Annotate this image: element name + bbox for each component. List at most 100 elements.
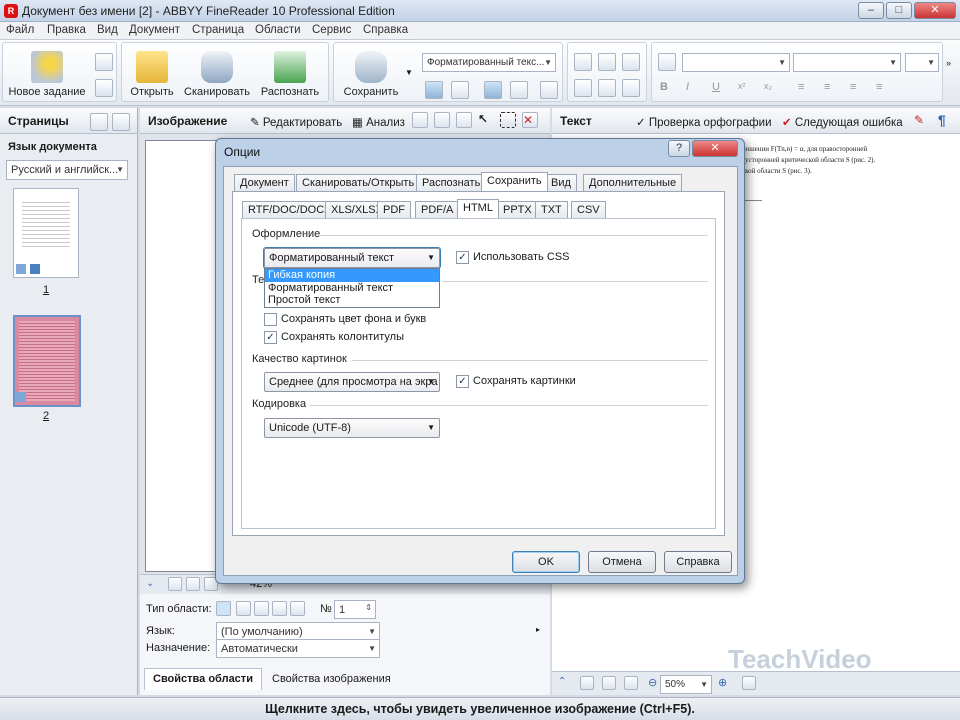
option-flexible-copy[interactable]: Гибкая копия — [265, 269, 439, 282]
close-button[interactable]: ✕ — [914, 2, 956, 19]
recognize-button[interactable]: Распознать — [256, 51, 324, 98]
search-icon[interactable] — [540, 81, 558, 99]
fit-width-icon[interactable] — [186, 577, 200, 591]
bold-icon[interactable]: B — [660, 81, 678, 99]
copy-icon[interactable] — [95, 53, 113, 71]
save-dropdown-arrow[interactable]: ▼ — [405, 68, 413, 77]
superscript-icon[interactable]: x² — [738, 81, 756, 99]
page-properties-icon[interactable] — [90, 113, 108, 131]
new-task-button[interactable]: Новое задание — [7, 51, 87, 98]
status-bar[interactable]: Щелкните здесь, чтобы увидеть увеличенно… — [0, 697, 960, 720]
layout-mode-icon[interactable] — [425, 81, 443, 99]
tab-area-properties[interactable]: Свойства области — [144, 668, 262, 690]
doc-language-combo[interactable]: Русский и английск... ▼ — [6, 160, 128, 180]
align-right-icon[interactable]: ≡ — [850, 81, 868, 99]
collapse-icon[interactable]: ⌃ — [558, 676, 566, 687]
view-mode-icon[interactable] — [484, 81, 502, 99]
settings-icon[interactable] — [95, 79, 113, 97]
tab-view[interactable]: Вид — [545, 174, 577, 191]
keep-headers-checkbox[interactable]: ✓ — [264, 331, 277, 344]
zoom-in-icon[interactable]: ⊕ — [718, 676, 727, 689]
minimize-button[interactable]: – — [858, 2, 884, 19]
menu-document[interactable]: Документ — [129, 24, 180, 36]
tab-save[interactable]: Сохранить — [481, 172, 548, 191]
tab-recognize[interactable]: Распознать — [416, 174, 487, 191]
align-left-icon[interactable]: ≡ — [798, 81, 816, 99]
actual-size-icon[interactable] — [624, 676, 638, 690]
font-name-combo[interactable]: ▼ — [793, 53, 901, 72]
delete-area-icon[interactable]: ✕ — [522, 112, 538, 128]
open-button[interactable]: Открыть — [126, 51, 178, 98]
analyze-button[interactable]: ▦ Анализ — [352, 115, 405, 129]
menu-help[interactable]: Справка — [363, 24, 408, 36]
menu-edit[interactable]: Правка — [47, 24, 86, 36]
spellcheck-button[interactable]: ✓ Проверка орфографии — [636, 115, 772, 129]
background-type-icon[interactable] — [290, 601, 305, 616]
text-area-icon[interactable] — [412, 112, 428, 128]
page-view-icon[interactable] — [112, 113, 130, 131]
collapse-icon[interactable]: ⌄ — [146, 578, 154, 589]
redo-all-icon[interactable] — [622, 79, 640, 97]
menu-file[interactable]: Файл — [6, 24, 34, 36]
encoding-select[interactable]: Unicode (UTF-8) ▼ — [264, 418, 440, 438]
expand-arrow-icon[interactable]: ▸ — [536, 625, 540, 634]
tab-image-properties[interactable]: Свойства изображения — [264, 669, 414, 690]
scan-button[interactable]: Сканировать — [180, 51, 254, 98]
purpose-combo[interactable]: Автоматически ▼ — [216, 639, 380, 658]
paste-icon[interactable] — [622, 53, 640, 71]
layout-select[interactable]: Форматированный текст ▼ — [264, 248, 440, 268]
justify-icon[interactable]: ≡ — [876, 81, 894, 99]
help-button[interactable]: Справка — [664, 551, 732, 573]
option-formatted-text[interactable]: Форматированный текст — [265, 282, 439, 295]
underline-icon[interactable]: U — [712, 81, 730, 99]
toolbar-overflow-icon[interactable]: » — [946, 58, 951, 68]
subtab-pptx[interactable]: PPTX — [497, 201, 538, 218]
sync-icon[interactable] — [742, 676, 756, 690]
recognized-text[interactable]: ношении F(Tn,n) = α, для правосторонней … — [742, 144, 956, 177]
picture-area-icon[interactable] — [434, 112, 450, 128]
italic-icon[interactable]: I — [686, 81, 704, 99]
cancel-button[interactable]: Отмена — [588, 551, 656, 573]
dialog-help-button[interactable]: ? — [668, 140, 690, 157]
page-mode-icon[interactable] — [451, 81, 469, 99]
keep-pictures-checkbox[interactable]: ✓ — [456, 375, 469, 388]
copy-text-icon[interactable] — [598, 53, 616, 71]
tab-scan-open[interactable]: Сканировать/Открыть — [296, 174, 421, 191]
tab-advanced[interactable]: Дополнительные — [583, 174, 683, 191]
subtab-pdfa[interactable]: PDF/A — [415, 201, 460, 218]
font-size-combo[interactable]: ▼ — [905, 53, 939, 72]
menu-areas[interactable]: Области — [255, 24, 301, 36]
dialog-close-button[interactable]: ✕ — [692, 140, 738, 157]
menu-tools[interactable]: Сервис — [312, 24, 351, 36]
option-plain-text[interactable]: Простой текст — [265, 294, 439, 307]
zoom-out-icon[interactable]: ⊖ — [648, 676, 657, 689]
fit-page-icon[interactable] — [168, 577, 182, 591]
picture-type-icon[interactable] — [254, 601, 269, 616]
tab-document[interactable]: Документ — [234, 174, 295, 191]
text-type-icon[interactable] — [216, 601, 231, 616]
next-error-button[interactable]: ✔ Следующая ошибка — [782, 115, 903, 129]
align-center-icon[interactable]: ≡ — [824, 81, 842, 99]
font-style-icon[interactable] — [658, 53, 676, 71]
table-area-icon[interactable] — [456, 112, 472, 128]
redo-icon[interactable] — [598, 79, 616, 97]
use-css-checkbox[interactable]: ✓ — [456, 251, 469, 264]
text-zoom-combo[interactable]: 50% ▼ — [660, 675, 712, 694]
font-style-combo[interactable]: ▼ — [682, 53, 790, 72]
subtab-rtf[interactable]: RTF/DOC/DOCX — [242, 201, 338, 218]
edit-image-button[interactable]: ✎ Редактировать — [250, 115, 342, 129]
barcode-type-icon[interactable] — [272, 601, 287, 616]
ok-button[interactable]: OK — [512, 551, 580, 573]
subtab-pdf[interactable]: PDF — [377, 201, 411, 218]
fit-page-icon[interactable] — [580, 676, 594, 690]
keep-bg-color-checkbox[interactable] — [264, 313, 277, 326]
select-area-icon[interactable] — [500, 112, 516, 128]
save-format-combo[interactable]: Форматированный текс... ▼ — [422, 53, 556, 72]
cut-icon[interactable] — [574, 53, 592, 71]
subtab-txt[interactable]: TXT — [535, 201, 568, 218]
save-button[interactable]: Сохранить — [340, 51, 402, 98]
menu-view[interactable]: Вид — [97, 24, 118, 36]
format-icon[interactable]: ✎ — [914, 113, 924, 127]
pic-quality-select[interactable]: Среднее (для просмотра на экра ▼ — [264, 372, 440, 392]
fit-width-icon[interactable] — [602, 676, 616, 690]
